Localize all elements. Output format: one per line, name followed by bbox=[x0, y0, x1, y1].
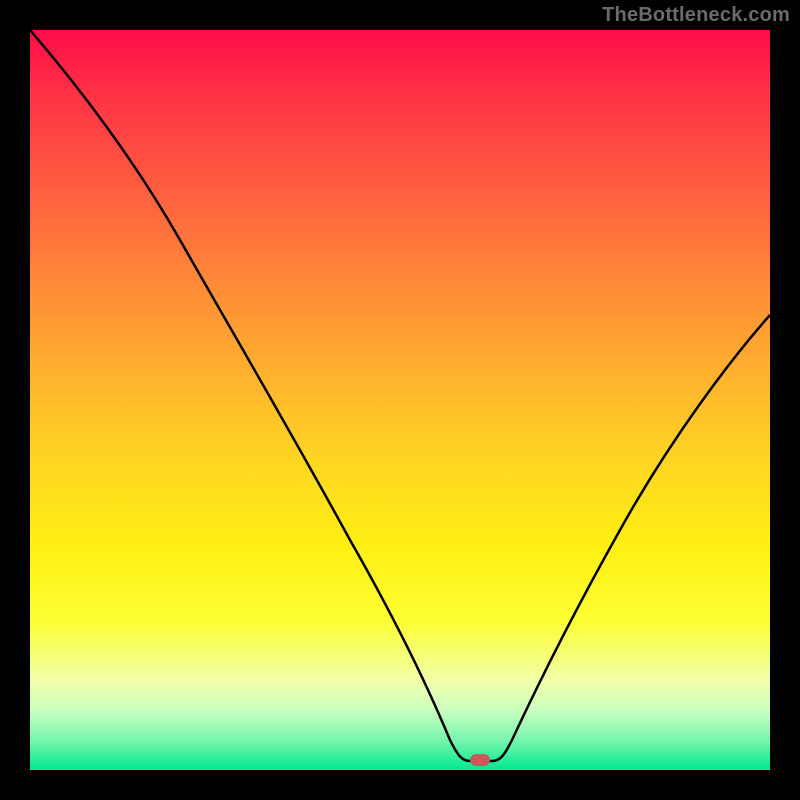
watermark-text: TheBottleneck.com bbox=[602, 4, 790, 27]
optimum-marker bbox=[470, 754, 490, 766]
chart-frame: TheBottleneck.com bbox=[0, 0, 800, 800]
bottleneck-curve bbox=[30, 30, 770, 770]
plot-area bbox=[30, 30, 770, 770]
bottleneck-curve-path bbox=[30, 30, 770, 761]
